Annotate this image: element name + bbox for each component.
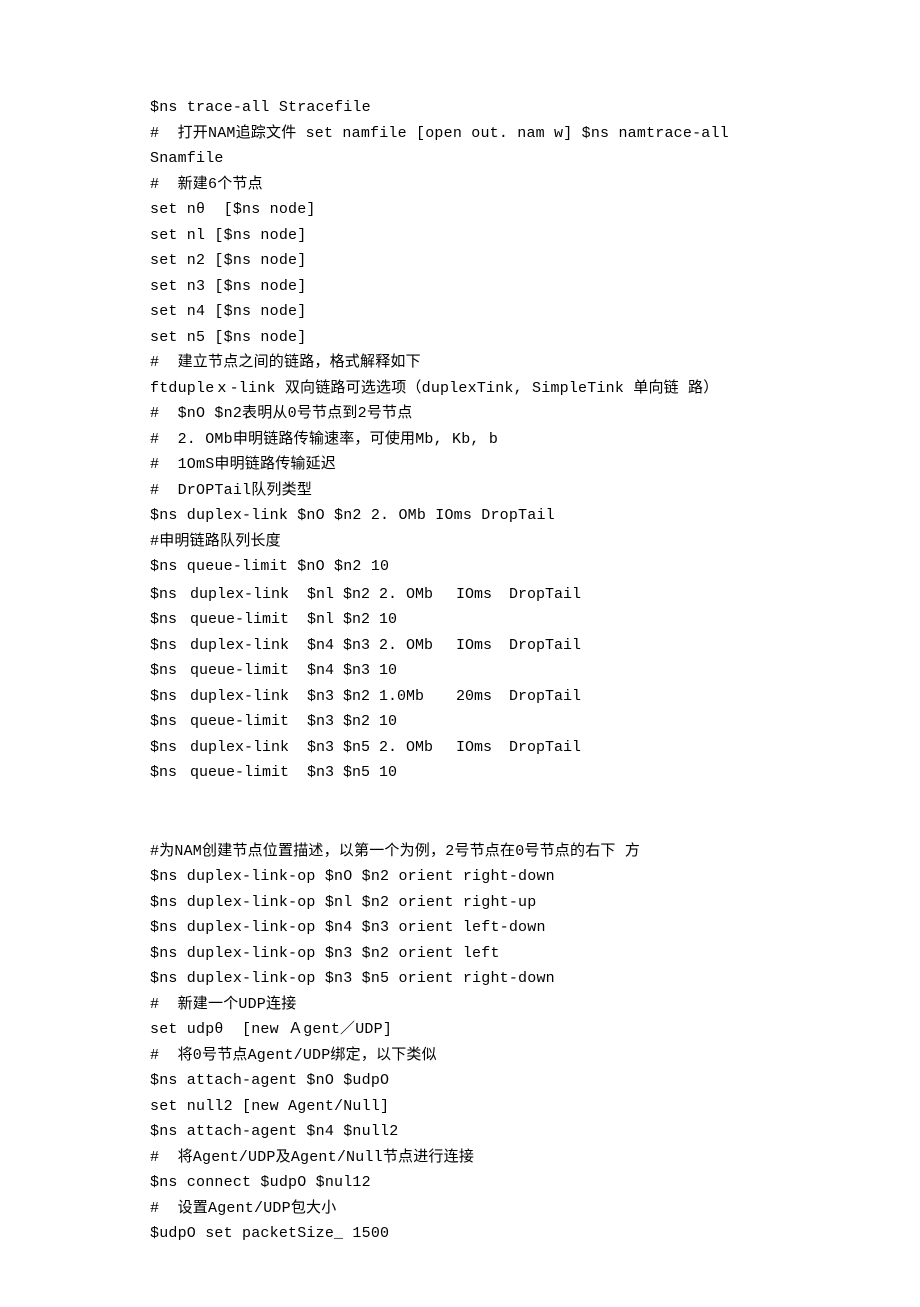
code-line: #为NAM创建节点位置描述，以第一个为例，2号节点在0号节点的右下 方 — [150, 839, 820, 865]
table-cell: DropTail — [500, 633, 590, 659]
code-line — [150, 813, 820, 839]
code-line: $udpO set packetSize_ 1500 — [150, 1221, 820, 1247]
table-cell: DropTail — [500, 582, 590, 608]
code-line: $ns attach-agent $n4 $null2 — [150, 1119, 820, 1145]
table-row: $nsduplex-link $n3 $n2 1.0Mb 20ms DropTa… — [150, 684, 820, 710]
table-cell — [500, 760, 590, 786]
code-line: set null2 [new Agent/Null] — [150, 1094, 820, 1120]
table-cell: IOms — [456, 735, 500, 761]
table-cell: queue-limit — [190, 607, 298, 633]
code-line: $ns duplex-link-op $n4 $n3 orient left-d… — [150, 915, 820, 941]
code-line: Snamfile — [150, 146, 820, 172]
code-line — [150, 788, 820, 814]
table-cell: $ns — [150, 735, 190, 761]
table-row: $nsqueue-limit $n3 $n5 10 — [150, 760, 820, 786]
code-line: set n4 [$ns node] — [150, 299, 820, 325]
code-line: # 新建6个节点 — [150, 172, 820, 198]
document-page: $ns trace-all Stracefile# 打开NAM追踪文件 set … — [0, 0, 920, 1307]
table-cell: $n4 $n3 2. OMb — [298, 633, 456, 659]
code-line: set n5 [$ns node] — [150, 325, 820, 351]
code-block-b: #为NAM创建节点位置描述，以第一个为例，2号节点在0号节点的右下 方$ns d… — [150, 788, 820, 1247]
table-row: $nsqueue-limit $n4 $n3 10 — [150, 658, 820, 684]
table-cell: duplex-link — [190, 633, 298, 659]
table-row: $nsqueue-limit $n3 $n2 10 — [150, 709, 820, 735]
table-cell: $ns — [150, 633, 190, 659]
table-row: $nsduplex-link $n3 $n5 2. OMbIOms DropTa… — [150, 735, 820, 761]
table-cell — [456, 760, 500, 786]
table-cell — [456, 607, 500, 633]
table-cell: queue-limit — [190, 658, 298, 684]
code-line: $ns duplex-link-op $nO $n2 orient right-… — [150, 864, 820, 890]
code-line: # 打开NAM追踪文件 set namfile [open out. nam w… — [150, 121, 820, 147]
table-cell: $ns — [150, 684, 190, 710]
table-cell: duplex-link — [190, 684, 298, 710]
table-cell: $n3 $n5 10 — [298, 760, 456, 786]
code-table: $nsduplex-link $nl $n2 2. OMbIOms DropTa… — [150, 582, 820, 786]
code-line: # 将0号节点Agent/UDP绑定，以下类似 — [150, 1043, 820, 1069]
table-row: $nsqueue-limit $nl $n2 10 — [150, 607, 820, 633]
code-line: # $nO $n2表明从0号节点到2号节点 — [150, 401, 820, 427]
code-line: $ns queue-limit $nO $n2 10 — [150, 554, 820, 580]
table-cell: queue-limit — [190, 709, 298, 735]
code-line: # DrOPTail队列类型 — [150, 478, 820, 504]
code-line: $ns connect $udpO $nul12 — [150, 1170, 820, 1196]
table-cell — [500, 709, 590, 735]
code-line: $ns duplex-link-op $nl $n2 orient right-… — [150, 890, 820, 916]
code-block-a: $ns trace-all Stracefile# 打开NAM追踪文件 set … — [150, 95, 820, 580]
code-line: ftdupleｘ-link 双向链路可选选项（duplexTink, Simpl… — [150, 376, 820, 402]
code-line: # 2. OMb申明链路传输速率，可使用Mb, Kb, b — [150, 427, 820, 453]
code-line: $ns duplex-link $nO $n2 2. OMb IOms Drop… — [150, 503, 820, 529]
table-cell: $nl $n2 2. OMb — [298, 582, 456, 608]
code-line: set nl [$ns node] — [150, 223, 820, 249]
table-cell — [500, 607, 590, 633]
table-cell: $ns — [150, 709, 190, 735]
code-line: # 新建一个UDP连接 — [150, 992, 820, 1018]
table-cell: $n3 $n2 1.0Mb — [298, 684, 456, 710]
table-cell: IOms — [456, 633, 500, 659]
table-cell: $n3 $n2 10 — [298, 709, 456, 735]
table-cell: $n4 $n3 10 — [298, 658, 456, 684]
table-cell: $ns — [150, 582, 190, 608]
code-line: $ns trace-all Stracefile — [150, 95, 820, 121]
code-line: # 设置Agent/UDP包大小 — [150, 1196, 820, 1222]
table-cell: duplex-link — [190, 735, 298, 761]
code-line: # 建立节点之间的链路，格式解释如下 — [150, 350, 820, 376]
table-cell: $ns — [150, 607, 190, 633]
table-row: $nsduplex-link $n4 $n3 2. OMbIOms DropTa… — [150, 633, 820, 659]
table-cell: IOms — [456, 582, 500, 608]
table-cell: 20ms — [456, 684, 500, 710]
code-line: #申明链路队列长度 — [150, 529, 820, 555]
table-cell: $ns — [150, 658, 190, 684]
code-line: # 将Agent/UDP及Agent/Null节点进行连接 — [150, 1145, 820, 1171]
table-cell: duplex-link — [190, 582, 298, 608]
table-cell: DropTail — [500, 735, 590, 761]
table-row: $nsduplex-link $nl $n2 2. OMbIOms DropTa… — [150, 582, 820, 608]
table-cell — [456, 658, 500, 684]
table-cell: $ns — [150, 760, 190, 786]
table-cell: queue-limit — [190, 760, 298, 786]
code-line: # 1OmS申明链路传输延迟 — [150, 452, 820, 478]
table-cell — [500, 658, 590, 684]
table-cell: $nl $n2 10 — [298, 607, 456, 633]
table-cell — [456, 709, 500, 735]
table-cell: $n3 $n5 2. OMb — [298, 735, 456, 761]
code-line: $ns duplex-link-op $n3 $n5 orient right-… — [150, 966, 820, 992]
code-line: set nθ [$ns node] — [150, 197, 820, 223]
code-line: $ns duplex-link-op $n3 $n2 orient left — [150, 941, 820, 967]
table-cell: DropTail — [500, 684, 590, 710]
code-line: set n2 [$ns node] — [150, 248, 820, 274]
code-line: set udpθ [new Ａgent／UDP] — [150, 1017, 820, 1043]
code-line: set n3 [$ns node] — [150, 274, 820, 300]
code-line: $ns attach-agent $nO $udpO — [150, 1068, 820, 1094]
